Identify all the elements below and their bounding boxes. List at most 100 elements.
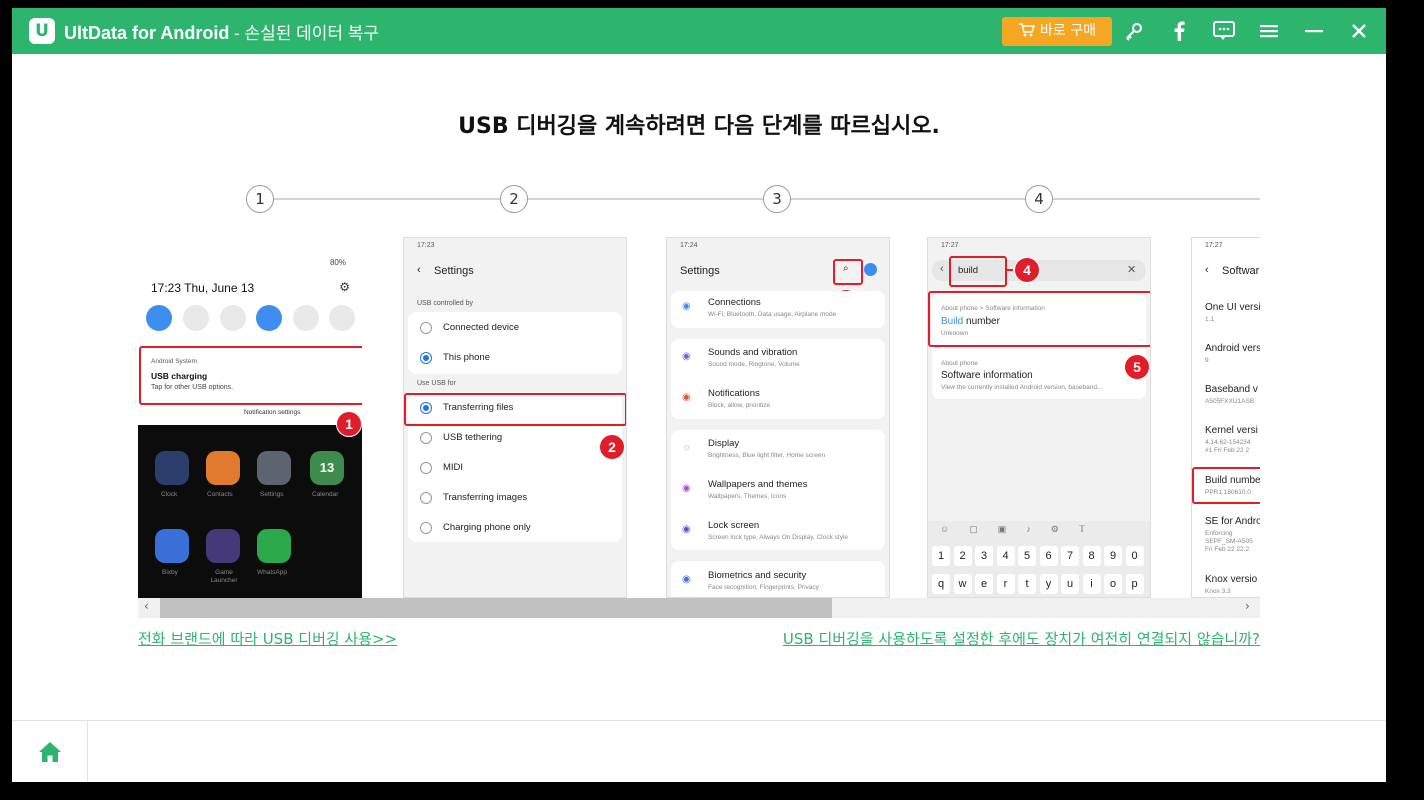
phone-screenshot-3: 17:24 Settings ⌕ 3 ◉ Connections Wi-Fi, … bbox=[666, 237, 890, 598]
highlight-notification bbox=[139, 346, 362, 405]
app-name: UltData for Android bbox=[64, 23, 230, 43]
calendar-app-icon: 13 bbox=[310, 451, 344, 485]
keyboard-key: 7 bbox=[1061, 546, 1079, 566]
keyboard-key: 5 bbox=[1018, 546, 1036, 566]
app-label-whatsapp: WhatsApp bbox=[257, 569, 287, 576]
settings-item-title: Sounds and vibration bbox=[708, 347, 798, 358]
settings-item-sub: Wallpapers, Themes, Icons bbox=[708, 493, 787, 500]
info-title: Android vers bbox=[1205, 343, 1260, 354]
keyboard-key: 1 bbox=[932, 546, 950, 566]
keyboard-key: p bbox=[1125, 574, 1144, 594]
info-sub: 1.1 bbox=[1205, 316, 1215, 323]
stepper-line bbox=[260, 198, 1260, 200]
title-bar: U UltData for Android - 손실된 데이터 복구 바로 구매 bbox=[12, 8, 1386, 54]
screen-title: Settings bbox=[680, 265, 720, 277]
time-date: 17:23 Thu, June 13 bbox=[151, 281, 255, 295]
home-button[interactable] bbox=[12, 721, 88, 782]
app-label-game-launcher: Game Launcher bbox=[210, 569, 238, 584]
app-label-settings: Settings bbox=[260, 491, 284, 498]
minimize-icon[interactable] bbox=[1300, 17, 1328, 45]
app-window: U UltData for Android - 손실된 데이터 복구 바로 구매… bbox=[12, 8, 1386, 782]
settings-item-sub: Face recognition, Fingerprints, Privacy bbox=[708, 584, 819, 591]
info-sub: 4.14.62-154234 #1 Fri Feb 22 2 bbox=[1205, 439, 1251, 454]
scroll-left-icon[interactable]: ‹ bbox=[144, 599, 149, 613]
keyboard-key: 2 bbox=[953, 546, 972, 566]
phone-screenshot-2: 17:23 ‹ Settings USB controlled by Conne… bbox=[403, 237, 627, 598]
result-path: About phone bbox=[941, 360, 978, 367]
step-3: 3 bbox=[763, 185, 791, 213]
phone-screenshot-4: 17:27 ‹ build ✕ 4 About phone > Software… bbox=[927, 237, 1151, 598]
keyboard-key: q bbox=[932, 574, 950, 594]
keyboard-key: 3 bbox=[975, 546, 993, 566]
close-icon[interactable] bbox=[1345, 17, 1373, 45]
settings-item-title: Notifications bbox=[708, 388, 760, 399]
horizontal-scrollbar[interactable]: ‹ › bbox=[138, 598, 1260, 618]
settings-item-sub: Screen lock type, Always On Display, Clo… bbox=[708, 534, 849, 541]
info-sub: Enforcing SEPF_SM-A505 Fri Feb 22 22:2 bbox=[1205, 530, 1253, 553]
app-label-contacts: Contacts bbox=[207, 491, 233, 498]
shield-icon: ◉ bbox=[682, 574, 691, 585]
data-toggle-icon bbox=[183, 305, 209, 331]
wallpaper-icon: ◉ bbox=[682, 483, 691, 494]
notification-settings: Notification settings bbox=[244, 409, 301, 416]
back-arrow-icon: ‹ bbox=[417, 264, 421, 276]
settings-item-sub: Block, allow, prioritize bbox=[708, 402, 771, 409]
badge-1: 1 bbox=[336, 411, 362, 437]
feedback-icon[interactable] bbox=[1210, 17, 1238, 45]
highlight-search bbox=[833, 259, 863, 285]
account-icon bbox=[864, 263, 877, 276]
radio-transferring-images bbox=[420, 492, 432, 504]
step-4: 4 bbox=[1025, 185, 1053, 213]
arrow-connector bbox=[1005, 269, 1013, 271]
buy-now-button[interactable]: 바로 구매 bbox=[1002, 17, 1112, 46]
highlight-build-number bbox=[1192, 467, 1260, 504]
clear-icon: ✕ bbox=[1127, 264, 1137, 276]
scroll-right-icon[interactable]: › bbox=[1245, 599, 1250, 613]
contacts-app-icon bbox=[206, 451, 240, 485]
radio-connected-device bbox=[420, 322, 432, 334]
phone-screenshot-5: 17:27 ‹ Softwar One UI versi 1.1 Android… bbox=[1191, 237, 1260, 598]
keyboard-key: 4 bbox=[996, 546, 1015, 566]
sound-icon: ◉ bbox=[682, 351, 691, 362]
highlight-build-number bbox=[928, 291, 1150, 347]
screen-title: Settings bbox=[434, 265, 474, 277]
settings-item-sub: Brightness, Blue light filter, Home scre… bbox=[708, 452, 826, 459]
info-title: One UI versi bbox=[1205, 302, 1260, 313]
app-label-clock: Clock bbox=[161, 491, 178, 498]
still-not-connected-link[interactable]: USB 디버깅을 사용하도록 설정한 후에도 장치가 여전히 연결되지 않습니까… bbox=[783, 628, 1260, 649]
keyboard-key: 6 bbox=[1039, 546, 1058, 566]
home-icon bbox=[38, 741, 61, 762]
facebook-icon[interactable] bbox=[1165, 17, 1193, 45]
app-label-bixby: Bixby bbox=[162, 569, 178, 576]
settings-item-sub: Sound mode, Ringtone, Volume bbox=[708, 361, 800, 368]
settings-item-sub: Wi-Fi, Bluetooth, Data usage, Airplane m… bbox=[708, 311, 837, 318]
settings-card-display bbox=[671, 430, 885, 550]
section-use-usb-for: Use USB for bbox=[417, 380, 456, 387]
highlight-transferring-files bbox=[404, 393, 626, 426]
whatsapp-app-icon bbox=[257, 529, 291, 563]
keyboard-key: w bbox=[953, 574, 972, 594]
step-2: 2 bbox=[500, 185, 528, 213]
brand-usb-debugging-link[interactable]: 전화 브랜드에 따라 USB 디버깅 사용>> bbox=[138, 628, 397, 649]
keyboard-key: 8 bbox=[1082, 546, 1101, 566]
game-launcher-app-icon bbox=[206, 529, 240, 563]
screen-title: Softwar bbox=[1222, 265, 1260, 277]
gear-icon: ⚙ bbox=[339, 280, 350, 294]
scrollbar-thumb[interactable] bbox=[160, 598, 832, 618]
buy-now-label: 바로 구매 bbox=[1040, 23, 1096, 39]
key-icon[interactable] bbox=[1120, 17, 1148, 45]
bixby-app-icon bbox=[155, 529, 189, 563]
menu-icon[interactable] bbox=[1255, 17, 1283, 45]
result-title: Software information bbox=[941, 370, 1033, 381]
rotate-toggle-icon bbox=[329, 305, 355, 331]
app-title: UltData for Android - 손실된 데이터 복구 bbox=[64, 19, 379, 44]
settings-item-title: Connections bbox=[708, 297, 761, 308]
settings-item-title: Display bbox=[708, 438, 740, 449]
settings-card-connections bbox=[671, 291, 885, 328]
status-time: 17:27 bbox=[1205, 242, 1223, 249]
radio-midi bbox=[420, 462, 432, 474]
back-arrow-icon: ‹ bbox=[940, 263, 944, 275]
info-title: Knox versio bbox=[1205, 574, 1258, 585]
notifications-icon: ◉ bbox=[682, 392, 691, 403]
option-charging-only: Charging phone only bbox=[443, 522, 531, 533]
